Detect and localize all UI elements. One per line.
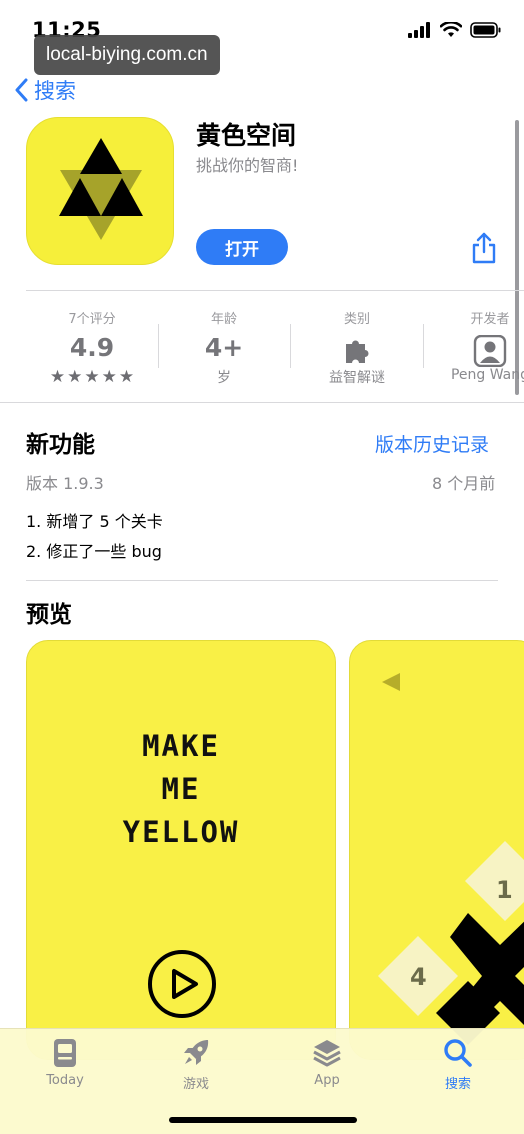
board-number: 1 <box>496 876 513 904</box>
preview-screenshot[interactable]: 1 4 <box>349 640 524 1060</box>
developer-head: 开发者 <box>470 312 510 327</box>
triangle-logo-icon <box>59 138 143 240</box>
play-icon[interactable] <box>147 949 217 1019</box>
open-button[interactable]: 打开 <box>196 229 288 265</box>
back-label: 搜索 <box>34 79 76 103</box>
shot-line: MAKE <box>142 729 220 763</box>
tab-today[interactable]: Today <box>15 1037 115 1088</box>
back-button[interactable]: 搜索 <box>14 75 76 105</box>
developer-icon-wrap <box>424 333 524 368</box>
share-button[interactable] <box>470 232 498 264</box>
today-icon <box>54 1039 76 1067</box>
url-overlay: local-biying.com.cn <box>34 35 220 75</box>
rocket-icon <box>184 1040 209 1065</box>
divider <box>26 290 524 291</box>
shot-line: YELLOW <box>122 815 240 849</box>
star-rating: ★ ★ ★ ★ ★ <box>50 367 134 387</box>
star-icon: ★ <box>67 367 83 387</box>
tab-label: 游戏 <box>182 1077 209 1092</box>
category-info[interactable]: 类别 益智解谜 <box>291 298 423 398</box>
share-icon <box>472 232 496 264</box>
preview-screenshot[interactable]: MAKE ME YELLOW <box>26 640 336 1060</box>
divider <box>0 402 524 403</box>
category-icon-wrap <box>291 333 423 363</box>
tab-games[interactable]: 游戏 <box>146 1037 246 1092</box>
star-icon: ★ <box>118 367 135 387</box>
search-icon <box>444 1039 472 1067</box>
developer-info[interactable]: 开发者 Peng Wang <box>424 298 524 398</box>
developer-sub: Peng Wang <box>450 367 524 383</box>
layers-icon <box>313 1040 341 1067</box>
status-icons <box>408 22 502 38</box>
rating-value: 4.9 <box>69 333 115 362</box>
app-icon <box>26 117 174 265</box>
info-strip: 7个评分 4.9 ★ ★ ★ ★ ★ 年龄 4+ 岁 类别 益智解谜 开发者 P… <box>0 298 524 398</box>
category-sub: 益智解谜 <box>329 370 385 386</box>
age-value: 4+ <box>204 333 244 362</box>
preview-title: 预览 <box>26 602 72 628</box>
release-note: 1. 新增了 5 个关卡 <box>26 512 163 531</box>
version-label: 版本 1.9.3 <box>26 474 104 493</box>
shot-line: ME <box>161 772 201 806</box>
version-history-link[interactable]: 版本历史记录 <box>375 430 489 457</box>
divider <box>26 580 498 581</box>
chevron-left-icon <box>15 78 28 102</box>
battery-icon <box>470 22 501 38</box>
puzzle-icon <box>346 340 369 363</box>
cellular-signal-icon <box>408 22 430 38</box>
category-head: 类别 <box>343 312 370 327</box>
age-info[interactable]: 年龄 4+ 岁 <box>158 298 290 398</box>
star-icon: ★ <box>49 367 66 387</box>
star-icon: ★ <box>101 367 117 387</box>
tab-apps[interactable]: App <box>277 1037 377 1088</box>
board-number: 4 <box>410 963 427 991</box>
app-subtitle: 挑战你的智商! <box>196 156 299 175</box>
person-icon <box>473 334 507 368</box>
home-indicator <box>169 1117 357 1123</box>
age-sub: 岁 <box>217 370 231 386</box>
back-arrow-icon <box>382 673 400 691</box>
tab-label: App <box>314 1073 340 1088</box>
whats-new-title: 新功能 <box>26 432 95 458</box>
release-note: 2. 修正了一些 bug <box>26 542 162 561</box>
star-icon: ★ <box>84 367 100 387</box>
ratings-head: 7个评分 <box>68 312 116 327</box>
age-head: 年龄 <box>210 312 237 327</box>
release-date: 8 个月前 <box>432 474 496 493</box>
tab-search[interactable]: 搜索 <box>408 1037 508 1092</box>
ratings-info[interactable]: 7个评分 4.9 ★ ★ ★ ★ ★ <box>26 298 158 398</box>
wifi-icon <box>440 22 462 37</box>
tab-label: Today <box>46 1073 84 1088</box>
app-title: 黄色空间 <box>196 121 297 150</box>
tab-label: 搜索 <box>444 1077 471 1092</box>
